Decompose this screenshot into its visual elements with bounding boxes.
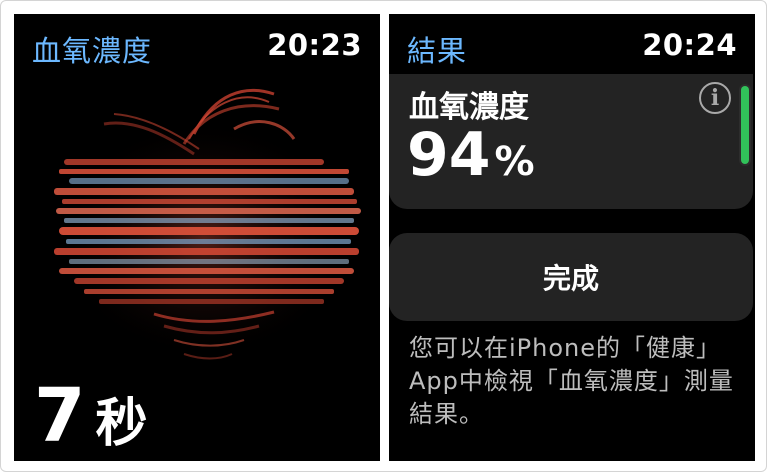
result-unit: % bbox=[494, 139, 535, 185]
measuring-screen: 血氧濃度 20:23 7 秒 bbox=[14, 14, 380, 461]
measurement-animation bbox=[54, 88, 361, 360]
result-number: 94 bbox=[407, 120, 491, 190]
scroll-indicator[interactable] bbox=[739, 84, 751, 166]
screenshot-frame: 血氧濃度 20:23 7 秒 結果 20:24 血氧濃度 94 % i 完成 您… bbox=[0, 0, 767, 472]
clock: 20:23 bbox=[267, 28, 362, 62]
app-title: 結果 bbox=[407, 34, 468, 68]
countdown-unit: 秒 bbox=[95, 394, 148, 454]
info-icon[interactable]: i bbox=[699, 82, 731, 114]
result-value: 94 % bbox=[407, 122, 535, 188]
scroll-thumb[interactable] bbox=[741, 86, 749, 164]
health-app-note: 您可以在iPhone的「健康」App中檢視「血氧濃度」測量結果。 bbox=[409, 334, 734, 428]
countdown-value: 7 bbox=[34, 373, 86, 459]
countdown: 7 秒 bbox=[34, 379, 148, 453]
clock: 20:24 bbox=[642, 28, 737, 62]
done-button[interactable]: 完成 bbox=[389, 233, 753, 321]
result-card: 血氧濃度 94 % i bbox=[389, 74, 753, 209]
result-screen: 結果 20:24 血氧濃度 94 % i 完成 您可以在iPhone的「健康」A… bbox=[389, 14, 755, 461]
